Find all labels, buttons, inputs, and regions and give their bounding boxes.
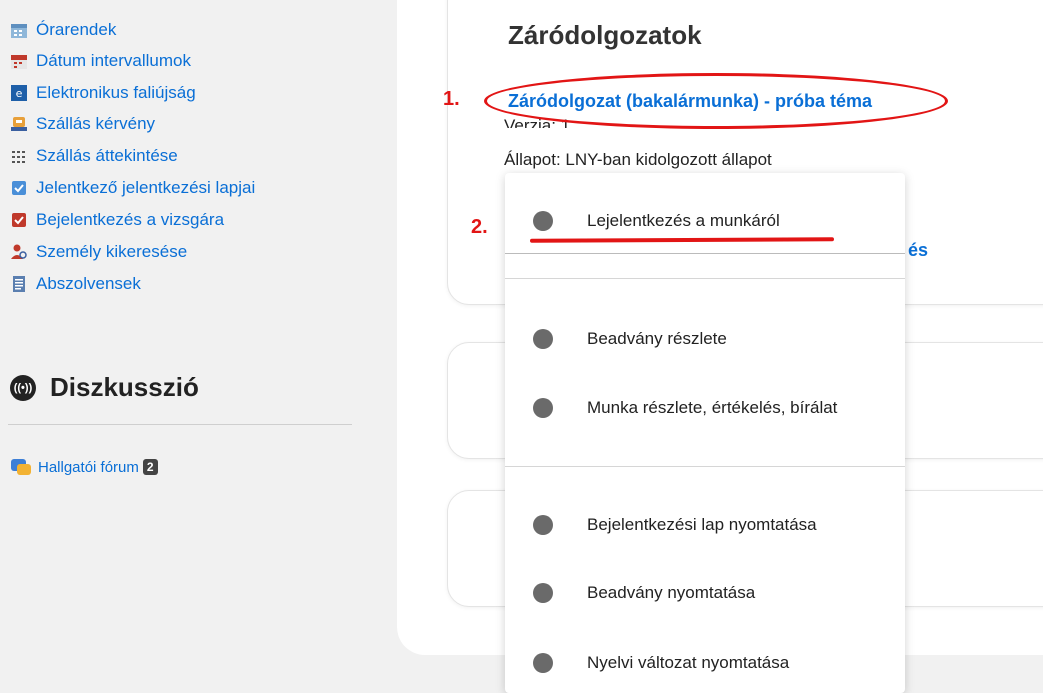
menu-item-label: Munka részlete, értékelés, bírálat xyxy=(587,398,838,417)
menu-item-unregister[interactable]: Lejelentkezés a munkáról xyxy=(533,211,780,231)
sidebar-item-timetable[interactable]: Órarendek xyxy=(10,19,116,41)
sidebar-item-exam-registration[interactable]: Bejelentkezés a vizsgára xyxy=(10,209,224,231)
menu-item-label: Nyelvi változat nyomtatása xyxy=(587,653,790,672)
bullet-icon xyxy=(533,211,553,231)
menu-item-print-submission[interactable]: Beadvány nyomtatása xyxy=(533,583,755,603)
menu-item-work-details[interactable]: Munka részlete, értékelés, bírálat xyxy=(533,398,837,418)
forum-label: Hallgatói fórum xyxy=(38,458,139,476)
menu-item-print-language-version[interactable]: Nyelvi változat nyomtatása xyxy=(533,653,789,673)
sidebar-item-label: Szállás áttekintése xyxy=(36,146,178,165)
e-board-icon: e xyxy=(10,84,28,102)
bullet-icon xyxy=(533,515,553,535)
status-label: Állapot: LNY-ban kidolgozott állapot xyxy=(504,150,772,169)
menu-item-print-registration[interactable]: Bejelentkezési lap nyomtatása xyxy=(533,515,817,535)
forum-count-badge: 2 xyxy=(142,459,158,475)
sidebar-item-lodging-overview[interactable]: Szállás áttekintése xyxy=(10,145,178,167)
menu-separator xyxy=(505,278,905,279)
sidebar-item-label: Abszolvensek xyxy=(36,274,141,293)
forum-link[interactable]: Hallgatói fórum 2 xyxy=(10,458,158,476)
checkbox-icon xyxy=(10,179,28,197)
hidden-link-fragment[interactable]: és xyxy=(908,240,928,261)
menu-item-label: Lejelentkezés a munkáról xyxy=(587,211,780,230)
sidebar-item-label: Személy kikeresése xyxy=(36,242,188,261)
highlight-oval xyxy=(484,73,948,129)
bullet-icon xyxy=(533,653,553,673)
svg-text:e: e xyxy=(16,87,23,100)
person-search-icon xyxy=(10,243,28,261)
sidebar: Órarendek Dátum intervallumok e Elektron… xyxy=(0,0,395,688)
sidebar-item-lodging-request[interactable]: Szállás kérvény xyxy=(10,113,155,135)
sidebar-item-label: Jelentkező jelentkezési lapjai xyxy=(36,178,256,197)
sidebar-item-label: Szállás kérvény xyxy=(36,114,156,133)
menu-item-label: Beadvány részlete xyxy=(587,329,727,348)
chat-icon xyxy=(10,458,32,476)
annotation-step-1: 1. xyxy=(443,88,460,110)
annotation-step-2: 2. xyxy=(471,216,488,238)
sidebar-item-label: Dátum intervallumok xyxy=(36,51,191,70)
calendar-icon xyxy=(10,52,28,70)
menu-separator xyxy=(505,466,905,467)
menu-separator xyxy=(505,253,905,254)
sidebar-divider xyxy=(8,424,352,425)
document-icon xyxy=(10,275,28,293)
bullet-icon xyxy=(533,329,553,349)
bullet-icon xyxy=(533,398,553,418)
lodging-request-icon xyxy=(10,115,28,133)
lodging-overview-icon xyxy=(10,147,28,165)
exam-icon xyxy=(10,211,28,229)
discussion-title: Diszkusszió xyxy=(50,372,199,402)
sidebar-item-label: Órarendek xyxy=(36,20,117,39)
menu-item-label: Beadvány nyomtatása xyxy=(587,583,756,602)
sidebar-item-applications[interactable]: Jelentkező jelentkezési lapjai xyxy=(10,177,255,199)
sidebar-item-label: Elektronikus faliújság xyxy=(36,83,196,102)
discussion-heading: ((•)) Diszkusszió xyxy=(10,372,199,403)
sidebar-item-graduates[interactable]: Abszolvensek xyxy=(10,273,141,295)
broadcast-icon: ((•)) xyxy=(10,374,36,401)
sidebar-item-label: Bejelentkezés a vizsgára xyxy=(36,210,225,229)
actions-dropdown: Lejelentkezés a munkáról Beadvány részle… xyxy=(505,173,905,693)
menu-item-label: Bejelentkezési lap nyomtatása xyxy=(587,515,817,534)
sidebar-item-e-board[interactable]: e Elektronikus faliújság xyxy=(10,82,196,104)
menu-item-submission-details[interactable]: Beadvány részlete xyxy=(533,329,727,349)
timetable-icon xyxy=(10,21,28,39)
bullet-icon xyxy=(533,583,553,603)
section-title: Záródolgozatok xyxy=(508,20,702,50)
sidebar-item-person-search[interactable]: Személy kikeresése xyxy=(10,241,187,263)
sidebar-item-date-intervals[interactable]: Dátum intervallumok xyxy=(10,50,191,72)
